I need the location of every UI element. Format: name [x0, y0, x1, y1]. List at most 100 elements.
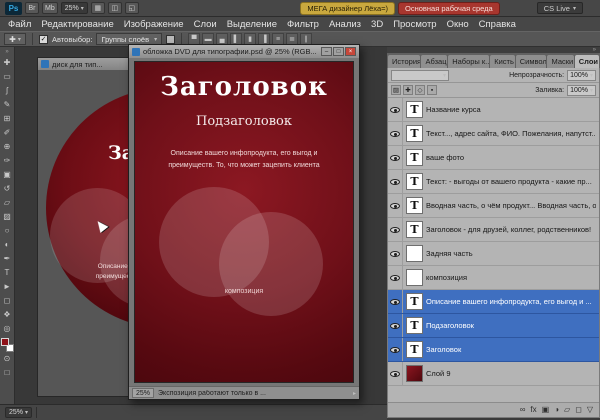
- layer-row[interactable]: TТекст..., адрес сайта, ФИО. Пожелания, …: [388, 122, 599, 146]
- panel-tab[interactable]: Кисть: [490, 55, 515, 68]
- type-tool[interactable]: T: [1, 266, 14, 279]
- brush-tool[interactable]: ✑: [1, 154, 14, 167]
- lock-all-icon[interactable]: ▪: [427, 85, 437, 95]
- menu-item[interactable]: Окно: [442, 19, 474, 30]
- layer-name[interactable]: Текст: - выгоды от вашего продукта - как…: [426, 177, 596, 186]
- layer-thumbnail[interactable]: [406, 269, 423, 286]
- autoselect-checkbox[interactable]: ✓: [39, 35, 48, 44]
- menu-item[interactable]: Редактирование: [36, 19, 118, 30]
- color-swatches[interactable]: [1, 338, 14, 352]
- layer-row[interactable]: Слой 9: [388, 362, 599, 386]
- visibility-toggle[interactable]: [388, 338, 403, 361]
- mini-bridge-button[interactable]: Mb: [42, 2, 58, 14]
- layer-name[interactable]: Название курса: [426, 105, 596, 114]
- front-document-canvas[interactable]: Заголовок Подзаголовок Описание вашего и…: [129, 58, 359, 386]
- workspace-button-custom[interactable]: МЕГА дизайнер Лёха=): [300, 2, 395, 15]
- workspace-button-essentials[interactable]: Основная рабочая среда: [398, 2, 500, 15]
- quick-mask-icon[interactable]: ⊙: [1, 352, 14, 365]
- blur-tool[interactable]: ○: [1, 224, 14, 237]
- layer-name[interactable]: Заголовок: [426, 345, 596, 354]
- layer-style-icon[interactable]: fx: [530, 406, 536, 414]
- move-tool[interactable]: ✚: [1, 56, 14, 69]
- layer-thumbnail[interactable]: T: [406, 293, 423, 310]
- arrange-documents-icon[interactable]: ◫: [108, 2, 122, 14]
- visibility-toggle[interactable]: [388, 98, 403, 121]
- tool-preset-picker[interactable]: ✚ ▾: [4, 33, 26, 45]
- new-layer-icon[interactable]: ◻: [575, 406, 582, 414]
- visibility-toggle[interactable]: [388, 218, 403, 241]
- visibility-toggle[interactable]: [388, 242, 403, 265]
- menu-item[interactable]: Фильтр: [282, 19, 324, 30]
- layer-name[interactable]: Текст..., адрес сайта, ФИО. Пожелания, н…: [426, 129, 596, 138]
- front-document-window[interactable]: обложка DVD для типографии.psd @ 25% (RG…: [128, 44, 360, 400]
- layer-name[interactable]: Слой 9: [426, 369, 596, 378]
- menu-item[interactable]: Изображение: [119, 19, 189, 30]
- status-menu-arrow-icon[interactable]: ▸: [353, 390, 356, 397]
- healing-brush-tool[interactable]: ⊕: [1, 140, 14, 153]
- eyedropper-tool[interactable]: ✐: [1, 126, 14, 139]
- visibility-toggle[interactable]: [388, 266, 403, 289]
- cs-live-button[interactable]: CS Live ▾: [537, 2, 583, 14]
- layer-thumbnail[interactable]: [406, 245, 423, 262]
- pen-tool[interactable]: ✒: [1, 252, 14, 265]
- layer-row[interactable]: TТекст: - выгоды от вашего продукта - ка…: [388, 170, 599, 194]
- menu-item[interactable]: Справка: [474, 19, 521, 30]
- layer-row[interactable]: TЗаголовок: [388, 338, 599, 362]
- visibility-toggle[interactable]: [388, 314, 403, 337]
- layer-thumbnail[interactable]: T: [406, 173, 423, 190]
- lock-transparency-icon[interactable]: ▨: [391, 85, 401, 95]
- layer-name[interactable]: Вводная часть, о чём продукт... Вводная …: [426, 201, 596, 210]
- panel-tab[interactable]: Абзац: [421, 55, 447, 68]
- front-document-titlebar[interactable]: обложка DVD для типографии.psd @ 25% (RG…: [129, 45, 359, 58]
- panel-tab[interactable]: Символ: [516, 55, 547, 68]
- visibility-toggle[interactable]: [388, 146, 403, 169]
- visibility-toggle[interactable]: [388, 290, 403, 313]
- menu-item[interactable]: Выделение: [222, 19, 282, 30]
- eraser-tool[interactable]: ▱: [1, 196, 14, 209]
- crop-tool[interactable]: ⊞: [1, 112, 14, 125]
- panel-tab[interactable]: Наборы к...: [448, 55, 489, 68]
- layer-name[interactable]: Заголовок - для друзей, коллег, родствен…: [426, 225, 596, 234]
- document-zoom-field[interactable]: 25%: [132, 388, 154, 398]
- panel-tab[interactable]: Маски: [547, 55, 573, 68]
- dodge-tool[interactable]: ◐: [1, 238, 14, 251]
- panel-tab[interactable]: История: [388, 55, 420, 68]
- hand-tool[interactable]: ❖: [1, 308, 14, 321]
- minimize-button[interactable]: –: [321, 47, 332, 56]
- history-brush-tool[interactable]: ↺: [1, 182, 14, 195]
- layer-thumbnail[interactable]: T: [406, 197, 423, 214]
- lock-pixels-icon[interactable]: ✚: [403, 85, 413, 95]
- layer-name[interactable]: Подзаголовок: [426, 321, 596, 330]
- layer-thumbnail[interactable]: T: [406, 101, 423, 118]
- visibility-toggle[interactable]: [388, 194, 403, 217]
- marquee-tool[interactable]: ▭: [1, 70, 14, 83]
- visibility-toggle[interactable]: [388, 362, 403, 385]
- visibility-toggle[interactable]: [388, 170, 403, 193]
- layer-row[interactable]: композиция: [388, 266, 599, 290]
- layer-name[interactable]: композиция: [426, 273, 596, 282]
- layer-thumbnail[interactable]: T: [406, 125, 423, 142]
- menu-item[interactable]: Анализ: [324, 19, 366, 30]
- clone-stamp-tool[interactable]: ▣: [1, 168, 14, 181]
- visibility-toggle[interactable]: [388, 122, 403, 145]
- titlebar-zoom-control[interactable]: 25% ▾: [61, 2, 88, 14]
- adjustment-layer-icon[interactable]: ◑: [554, 406, 559, 414]
- menu-item[interactable]: Слои: [189, 19, 222, 30]
- fill-field[interactable]: 100% ▾: [567, 85, 596, 96]
- layer-row[interactable]: TВводная часть, о чём продукт... Вводная…: [388, 194, 599, 218]
- blend-mode-select[interactable]: ▾: [391, 70, 449, 81]
- layer-row[interactable]: TНазвание курса: [388, 98, 599, 122]
- lasso-tool[interactable]: ʃ: [1, 84, 14, 97]
- layer-row[interactable]: Задняя часть: [388, 242, 599, 266]
- collapse-panel-icon[interactable]: »: [5, 49, 8, 56]
- panel-tab[interactable]: Слои: [575, 55, 599, 68]
- layer-row[interactable]: TОписание вашего инфопродукта, его выгод…: [388, 290, 599, 314]
- lock-position-icon[interactable]: ◇: [415, 85, 425, 95]
- screen-mode-icon[interactable]: ◱: [125, 2, 139, 14]
- layer-thumbnail[interactable]: [406, 365, 423, 382]
- opacity-field[interactable]: 100% ▾: [567, 70, 596, 81]
- show-transform-controls-checkbox[interactable]: [166, 35, 175, 44]
- menu-item[interactable]: Просмотр: [388, 19, 441, 30]
- path-selection-tool[interactable]: ►: [1, 280, 14, 293]
- layer-mask-icon[interactable]: ▣: [542, 406, 550, 414]
